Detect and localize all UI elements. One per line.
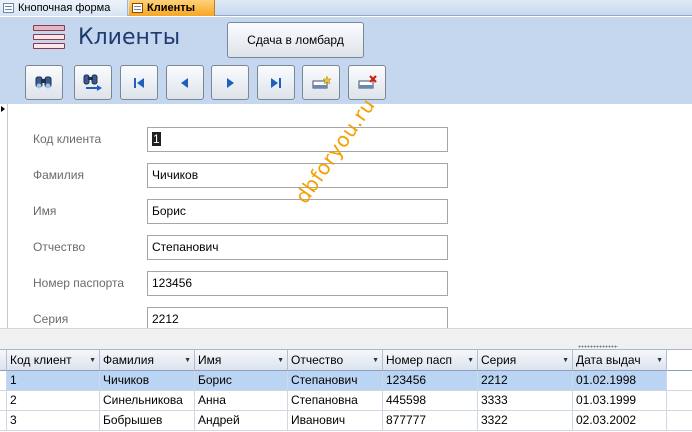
table-row[interactable]: 3 Бобрышев Андрей Иванович 877777 3322 0… <box>0 411 692 431</box>
table-cell[interactable]: 01.03.1999 <box>573 391 667 411</box>
name-field[interactable]: Борис <box>147 199 448 224</box>
next-record-button[interactable] <box>211 65 249 100</box>
last-record-button[interactable] <box>257 65 295 100</box>
pawn-button[interactable]: Сдача в ломбард <box>227 22 364 58</box>
header-filler <box>667 350 692 371</box>
next-record-icon <box>227 77 234 88</box>
datasheet-view: Код клиент ▼ Фамилия ▼ Имя ▼ Отчество ▼ Номе… <box>0 350 692 432</box>
form-header: Клиенты Сдача в ломбард <box>0 17 692 104</box>
split-form-divider[interactable] <box>0 328 692 350</box>
field-label: Код клиента <box>33 132 102 146</box>
table-cell[interactable]: Синельникова <box>100 391 195 411</box>
field-row-patronymic: Отчество Степанович <box>0 235 692 261</box>
delete-record-icon <box>358 74 377 88</box>
select-all-corner[interactable] <box>0 350 7 371</box>
field-label: Номер паспорта <box>33 276 125 290</box>
row-filler <box>667 411 692 431</box>
field-row-name: Имя Борис <box>0 199 692 225</box>
dropdown-arrow-icon[interactable]: ▼ <box>89 357 96 364</box>
page-title: Клиенты <box>78 25 181 50</box>
find-next-icon <box>83 74 102 91</box>
find-button[interactable] <box>25 65 63 100</box>
document-tab-strip: Кнопочная форма Клиенты <box>0 0 692 16</box>
table-cell[interactable]: 2 <box>7 391 100 411</box>
field-row-surname: Фамилия Чичиков <box>0 163 692 189</box>
previous-record-button[interactable] <box>166 65 204 100</box>
column-header[interactable]: Отчество ▼ <box>288 350 383 371</box>
table-cell[interactable]: Андрей <box>195 411 288 431</box>
table-cell[interactable]: 3 <box>7 411 100 431</box>
dropdown-arrow-icon[interactable]: ▼ <box>277 357 284 364</box>
table-cell[interactable]: Борис <box>195 371 288 391</box>
field-row-passport-number: Номер паспорта 123456 <box>0 271 692 297</box>
row-filler <box>667 391 692 411</box>
previous-record-icon <box>181 77 188 88</box>
tab-switchboard[interactable]: Кнопочная форма <box>0 0 128 16</box>
column-header[interactable]: Дата выдач ▼ <box>573 350 667 371</box>
table-cell[interactable]: Бобрышев <box>100 411 195 431</box>
table-row[interactable]: 1 Чичиков Борис Степанович 123456 2212 0… <box>0 371 692 391</box>
passport-number-field[interactable]: 123456 <box>147 271 448 296</box>
patronymic-field[interactable]: Степанович <box>147 235 448 260</box>
row-selector[interactable] <box>0 371 7 391</box>
splitter-grip-icon[interactable] <box>578 345 618 348</box>
field-label: Фамилия <box>33 168 84 182</box>
row-selector[interactable] <box>0 411 7 431</box>
field-value: 1 <box>152 132 161 146</box>
table-cell[interactable]: 02.03.2002 <box>573 411 667 431</box>
table-cell[interactable]: Чичиков <box>100 371 195 391</box>
column-header[interactable]: Имя ▼ <box>195 350 288 371</box>
delete-record-button[interactable] <box>348 65 386 100</box>
current-record-arrow-icon <box>1 106 5 112</box>
table-cell[interactable]: 3322 <box>478 411 573 431</box>
table-cell[interactable]: 01.02.1998 <box>573 371 667 391</box>
form-detail: Код клиента 1 Фамилия Чичиков Имя Борис … <box>0 94 692 332</box>
table-cell[interactable]: 1 <box>7 371 100 391</box>
table-cell[interactable]: Анна <box>195 391 288 411</box>
first-record-button[interactable] <box>120 65 158 100</box>
new-record-button[interactable] <box>302 65 340 100</box>
form-icon <box>3 3 14 13</box>
table-cell[interactable]: 445598 <box>383 391 478 411</box>
form-icon <box>132 3 143 13</box>
new-record-icon <box>312 74 332 88</box>
column-header[interactable]: Код клиент ▼ <box>7 350 100 371</box>
dropdown-arrow-icon[interactable]: ▼ <box>656 357 663 364</box>
table-cell[interactable]: 3333 <box>478 391 573 411</box>
last-record-icon <box>271 77 281 88</box>
column-header[interactable]: Фамилия ▼ <box>100 350 195 371</box>
table-cell[interactable]: 2212 <box>478 371 573 391</box>
table-cell[interactable]: Степанович <box>288 371 383 391</box>
table-cell[interactable]: 877777 <box>383 411 478 431</box>
table-cell[interactable]: 123456 <box>383 371 478 391</box>
dropdown-arrow-icon[interactable]: ▼ <box>184 357 191 364</box>
first-record-icon <box>134 77 144 88</box>
client-id-field[interactable]: 1 <box>147 127 448 152</box>
form-logo-icon <box>33 25 65 49</box>
dropdown-arrow-icon[interactable]: ▼ <box>372 357 379 364</box>
tab-clients[interactable]: Клиенты <box>129 0 215 16</box>
column-header[interactable]: Серия ▼ <box>478 350 573 371</box>
find-next-button[interactable] <box>74 65 112 100</box>
table-row[interactable]: 2 Синельникова Анна Степановна 445598 33… <box>0 391 692 411</box>
table-cell[interactable]: Степановна <box>288 391 383 411</box>
find-icon <box>35 76 52 88</box>
dropdown-arrow-icon[interactable]: ▼ <box>467 357 474 364</box>
field-label: Серия <box>33 312 69 326</box>
datasheet-header-row: Код клиент ▼ Фамилия ▼ Имя ▼ Отчество ▼ Номе… <box>0 350 692 371</box>
table-cell[interactable]: Иванович <box>288 411 383 431</box>
field-label: Имя <box>33 204 57 218</box>
column-header[interactable]: Номер пасп ▼ <box>383 350 478 371</box>
dropdown-arrow-icon[interactable]: ▼ <box>562 357 569 364</box>
field-label: Отчество <box>33 240 86 254</box>
row-filler <box>667 371 692 391</box>
tab-label: Кнопочная форма <box>18 2 111 14</box>
tab-label: Клиенты <box>147 2 196 14</box>
row-selector[interactable] <box>0 391 7 411</box>
